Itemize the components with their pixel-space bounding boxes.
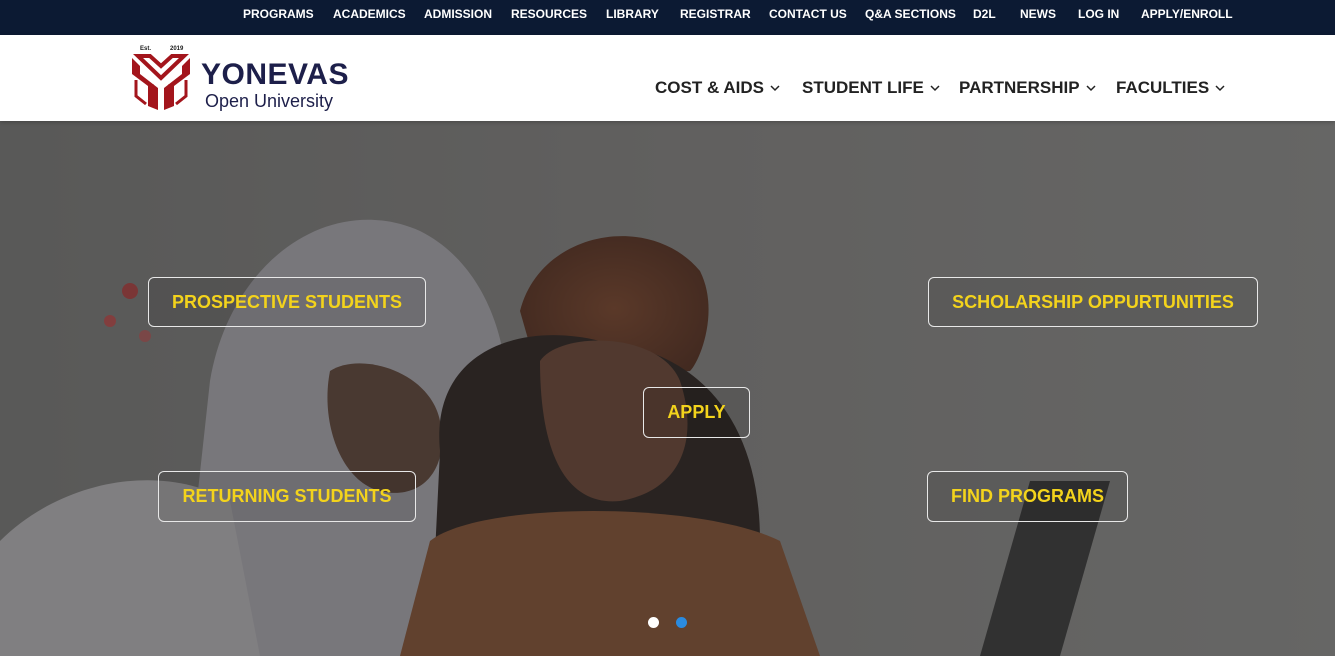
logo-year-label: 2019 xyxy=(170,46,184,52)
apply-button[interactable]: APPLY xyxy=(643,387,750,438)
university-logo[interactable]: Est. 2019 YONEVAS Open University xyxy=(128,44,348,114)
topnav-resources[interactable]: RESOURCES xyxy=(511,7,587,21)
topnav-programs[interactable]: PROGRAMS xyxy=(243,7,314,21)
chevron-down-icon xyxy=(930,77,940,97)
mainnav-cost-aids[interactable]: COST & AIDS xyxy=(655,77,780,98)
topnav-log-in[interactable]: LOG IN xyxy=(1078,7,1119,21)
topnav-d2l[interactable]: D2L xyxy=(973,7,996,21)
mainnav-label: STUDENT LIFE xyxy=(802,78,924,97)
chevron-down-icon xyxy=(1215,77,1225,97)
mainnav-student-life[interactable]: STUDENT LIFE xyxy=(802,77,940,98)
mainnav-faculties[interactable]: FACULTIES xyxy=(1116,77,1225,98)
mainnav-label: PARTNERSHIP xyxy=(959,78,1080,97)
topnav-apply-enroll[interactable]: APPLY/ENROLL xyxy=(1141,7,1233,21)
find-programs-button[interactable]: FIND PROGRAMS xyxy=(927,471,1128,522)
prospective-students-button[interactable]: PROSPECTIVE STUDENTS xyxy=(148,277,426,327)
topnav-qa-sections[interactable]: Q&A SECTIONS xyxy=(865,7,956,21)
scholarship-opportunities-button[interactable]: SCHOLARSHIP OPPURTUNITIES xyxy=(928,277,1258,327)
topnav-news[interactable]: NEWS xyxy=(1020,7,1056,21)
topnav-admission[interactable]: ADMISSION xyxy=(424,7,492,21)
top-utility-nav: PROGRAMS ACADEMICS ADMISSION RESOURCES L… xyxy=(0,0,1335,35)
site-header: Est. 2019 YONEVAS Open University COST &… xyxy=(0,35,1335,121)
logo-emblem-icon xyxy=(132,54,190,110)
logo-est-label: Est. xyxy=(140,46,152,52)
logo-name: YONEVAS xyxy=(201,58,349,91)
slider-dot-2[interactable] xyxy=(676,617,687,628)
topnav-academics[interactable]: ACADEMICS xyxy=(333,7,406,21)
chevron-down-icon xyxy=(1086,77,1096,97)
topnav-library[interactable]: LIBRARY xyxy=(606,7,659,21)
mainnav-label: FACULTIES xyxy=(1116,78,1210,97)
returning-students-button[interactable]: RETURNING STUDENTS xyxy=(158,471,416,522)
logo-subtitle: Open University xyxy=(205,91,334,111)
topnav-contact-us[interactable]: CONTACT US xyxy=(769,7,847,21)
mainnav-label: COST & AIDS xyxy=(655,78,764,97)
mainnav-partnership[interactable]: PARTNERSHIP xyxy=(959,77,1096,98)
topnav-registrar[interactable]: REGISTRAR xyxy=(680,7,751,21)
chevron-down-icon xyxy=(770,77,780,97)
slider-dot-1[interactable] xyxy=(648,617,659,628)
hero-slider: PROSPECTIVE STUDENTS SCHOLARSHIP OPPURTU… xyxy=(0,121,1335,656)
